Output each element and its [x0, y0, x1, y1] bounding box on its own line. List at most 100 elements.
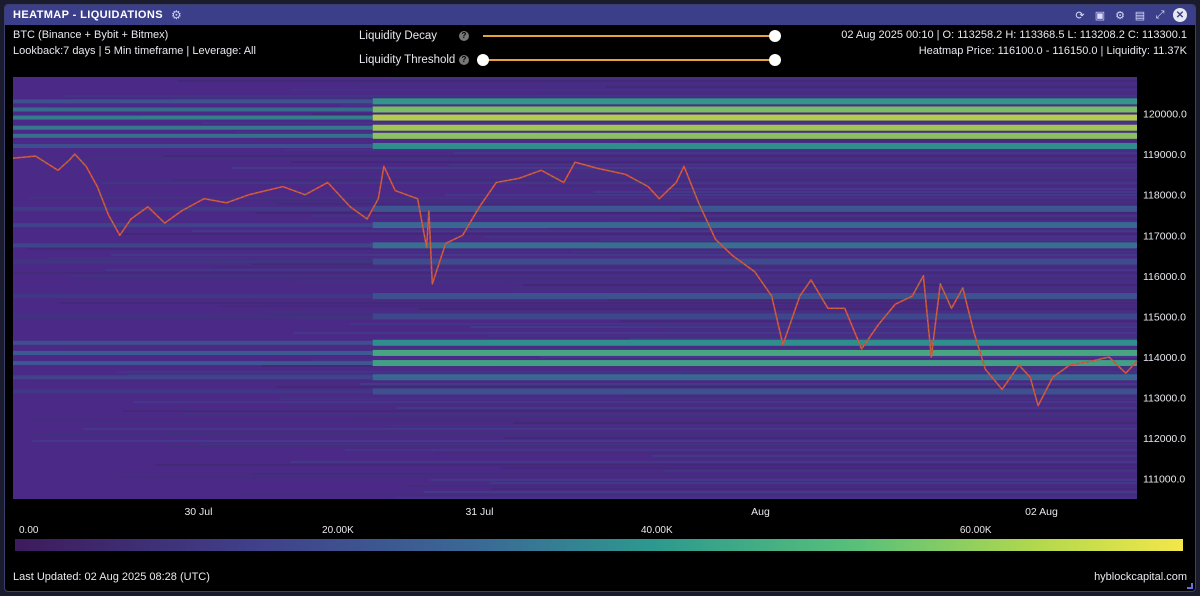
- heatmap-texture-band: [407, 485, 1137, 487]
- heatmap-texture-band: [490, 482, 1138, 484]
- heatmap-texture-band: [593, 191, 1137, 193]
- liquidity-band: [372, 142, 1137, 149]
- heatmap-texture-band: [201, 443, 1137, 445]
- heatmap-texture-band: [511, 287, 1137, 289]
- heatmap-texture-band: [212, 266, 1137, 268]
- y-tick-label: 117000.0: [1143, 230, 1186, 242]
- heatmap-texture-band: [59, 302, 1137, 304]
- heatmap-texture-band: [666, 188, 1137, 190]
- heatmap-texture-band: [275, 386, 1138, 388]
- liquidity-threshold-high-thumb[interactable]: [769, 54, 781, 66]
- liquidity-band: [372, 205, 1137, 212]
- heatmap-texture-band: [101, 182, 1137, 184]
- heatmap-texture-band: [356, 416, 1138, 418]
- heatmap-texture-band: [133, 401, 1137, 403]
- heatmap-texture-band: [163, 155, 1137, 157]
- heatmap-texture-band: [163, 431, 1137, 433]
- heatmap-texture-band: [396, 407, 1137, 409]
- liquidity-band-faint: [13, 375, 373, 380]
- heatmap-texture-band: [31, 419, 1138, 421]
- heatmap-texture-band: [607, 299, 1137, 301]
- liquidity-band-faint: [13, 259, 373, 264]
- gear-icon[interactable]: ⚙: [1113, 8, 1127, 22]
- heatmap-texture-band: [239, 494, 1137, 496]
- liquidity-band: [372, 132, 1137, 139]
- refresh-icon[interactable]: ⟳: [1073, 8, 1087, 22]
- heatmap-texture-band: [578, 173, 1137, 175]
- heatmap-texture-band: [13, 272, 1138, 274]
- heatmap-texture-band: [34, 434, 1137, 436]
- heatmap-texture-band: [423, 491, 1138, 493]
- heatmap-texture-band: [344, 449, 1138, 451]
- liquidity-band-faint: [13, 314, 373, 319]
- heatmap-texture-band: [278, 203, 1137, 205]
- x-tick-label: 31 Jul: [465, 506, 493, 518]
- info-right: 02 Aug 2025 00:10 | O: 113258.2 H: 11336…: [841, 27, 1187, 59]
- colorbar-tick-label: 0.00: [19, 525, 39, 536]
- heatmap-texture-band: [169, 446, 1138, 448]
- expand-icon[interactable]: ⤢: [1153, 8, 1167, 22]
- heatmap-texture-band: [665, 329, 1137, 331]
- heatmap-texture-band: [182, 413, 1137, 415]
- help-icon[interactable]: ?: [459, 31, 469, 41]
- info-left: BTC (Binance + Bybit + Bitmex) Lookback:…: [13, 27, 256, 59]
- heatmap-texture-band: [619, 320, 1137, 322]
- sliders-icon[interactable]: ⚙: [171, 8, 185, 22]
- help-icon[interactable]: ?: [459, 55, 469, 65]
- heatmap-texture-band: [154, 464, 1138, 466]
- liquidity-threshold-low-thumb[interactable]: [477, 54, 489, 66]
- heatmap-price-readout: Heatmap Price: 116100.0 - 116150.0 | Liq…: [918, 45, 1187, 57]
- heatmap-texture-band: [486, 335, 1137, 337]
- liquidity-decay-thumb[interactable]: [769, 30, 781, 42]
- heatmap-texture-band: [573, 251, 1137, 253]
- exchanges-label: BTC (Binance + Bybit + Bitmex): [13, 29, 169, 41]
- close-icon[interactable]: ✕: [1173, 8, 1187, 22]
- heatmap-texture-band: [504, 437, 1137, 439]
- heatmap-texture-band: [290, 89, 1137, 91]
- heatmap-texture-band: [71, 275, 1137, 277]
- heatmap-texture-band: [681, 218, 1137, 220]
- liquidity-band-faint: [13, 133, 373, 138]
- heatmap-texture-band: [191, 230, 1138, 232]
- liquidity-band: [372, 293, 1137, 300]
- heatmap-texture-band: [354, 83, 1137, 85]
- liquidity-band: [372, 360, 1137, 367]
- heatmap-texture-band: [111, 254, 1137, 256]
- colorbar: [15, 539, 1183, 551]
- heatmap-texture-band: [629, 338, 1137, 340]
- window-toolbar: ⟳ ▣ ⚙ ▤ ⤢ ✕: [1073, 8, 1187, 22]
- brand-link[interactable]: hyblockcapital.com: [1094, 571, 1187, 583]
- heatmap-texture-band: [359, 383, 1138, 385]
- y-tick-label: 113000.0: [1143, 393, 1186, 405]
- heatmap-texture-band: [279, 398, 1137, 400]
- liquidity-threshold-slider[interactable]: [477, 54, 781, 66]
- liquidity-band: [372, 258, 1137, 265]
- heatmap-texture-band: [652, 455, 1137, 457]
- save-icon[interactable]: ▤: [1133, 8, 1147, 22]
- window-titlebar: HEATMAP - LIQUIDATIONS ⚙ ⟳ ▣ ⚙ ▤ ⤢ ✕: [5, 5, 1195, 25]
- liquidity-decay-slider[interactable]: [483, 30, 781, 42]
- heatmap-texture-band: [663, 470, 1137, 472]
- liquidity-band-faint: [13, 340, 373, 345]
- heatmap-texture-band: [637, 140, 1137, 142]
- heatmap-texture-band: [73, 158, 1137, 160]
- liquidity-band-faint: [13, 115, 373, 120]
- heatmap-texture-band: [105, 269, 1138, 271]
- heatmap-svg[interactable]: 111000.0 112000.0 113000.0 114000.0 115000.0…: [13, 77, 1191, 521]
- heatmap-texture-band: [29, 197, 1138, 199]
- heatmap-texture-band: [177, 80, 1138, 82]
- liquidity-band-faint: [13, 389, 373, 394]
- heatmap-texture-band: [283, 149, 1137, 151]
- heatmap-texture-band: [391, 77, 1137, 79]
- liquidity-threshold-control: Liquidity Threshold ?: [359, 54, 781, 66]
- y-tick-label: 114000.0: [1143, 352, 1186, 364]
- heatmap-window: HEATMAP - LIQUIDATIONS ⚙ ⟳ ▣ ⚙ ▤ ⤢ ✕ BTC…: [4, 4, 1196, 592]
- heatmap-chart[interactable]: 111000.0 112000.0 113000.0 114000.0 115000.0…: [13, 77, 1191, 521]
- heatmap-texture-band: [254, 200, 1138, 202]
- camera-icon[interactable]: ▣: [1093, 8, 1107, 22]
- y-tick-label: 118000.0: [1143, 190, 1186, 202]
- resize-handle[interactable]: [1187, 583, 1193, 589]
- liquidity-decay-control: Liquidity Decay ?: [359, 30, 781, 42]
- liquidity-band: [372, 388, 1137, 395]
- y-tick-label: 119000.0: [1143, 149, 1186, 161]
